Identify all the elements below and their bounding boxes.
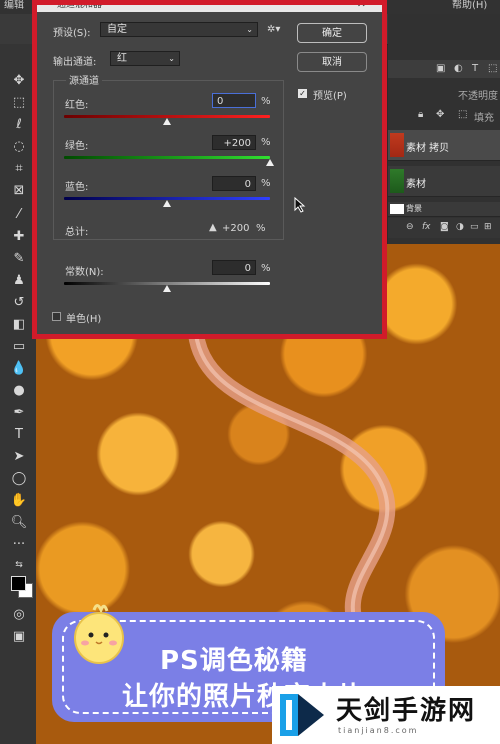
chick-mascot-icon bbox=[74, 604, 124, 664]
layer-row[interactable]: 素材 bbox=[388, 166, 500, 197]
brush-tool-icon[interactable]: ✎ bbox=[8, 250, 30, 268]
layer-name: 素材 bbox=[406, 179, 426, 190]
zoom-tool-icon[interactable]: 🔍︎ bbox=[8, 514, 30, 532]
hand-tool-icon[interactable]: ✋ bbox=[8, 492, 30, 510]
marquee-tool-icon[interactable]: ⬚ bbox=[8, 94, 30, 112]
quick-mask-icon[interactable]: ◎ bbox=[8, 606, 30, 624]
foreground-color-swatch[interactable] bbox=[11, 576, 26, 591]
link-icon[interactable]: ⊖ bbox=[406, 222, 414, 232]
quick-select-icon[interactable]: ◌ bbox=[8, 138, 30, 156]
type-filter-icon[interactable]: T bbox=[472, 63, 478, 74]
history-brush-icon[interactable]: ↺ bbox=[8, 294, 30, 312]
lasso-tool-icon[interactable]: ℓ bbox=[8, 116, 30, 134]
path-select-icon[interactable]: ➤ bbox=[8, 448, 30, 466]
watermark-name: 天剑手游网 bbox=[336, 696, 477, 726]
watermark-url: tianjian8.com bbox=[338, 726, 419, 735]
layers-footer: ⊖ fx ◙ ◑ ▭ ⊞ bbox=[388, 218, 500, 238]
lock-row: 🔒︎ ✥ ⬚ 填充 bbox=[388, 106, 500, 124]
banner-line-1: PS调色秘籍 bbox=[160, 646, 308, 676]
layer-name: 背景 bbox=[406, 204, 422, 213]
layer-filter-row: ▣ ◐ T ⬚ bbox=[388, 60, 500, 78]
swap-colors-icon[interactable]: ⇆ bbox=[8, 556, 30, 574]
folder-icon[interactable]: ▭ bbox=[470, 222, 479, 232]
eyedropper-tool-icon[interactable]: ⁄ bbox=[8, 206, 30, 224]
frame-tool-icon[interactable]: ⊠ bbox=[8, 182, 30, 200]
move-lock-icon[interactable]: ✥ bbox=[436, 109, 444, 120]
fill-label: 填充 bbox=[474, 113, 494, 124]
dodge-tool-icon[interactable]: ● bbox=[8, 382, 30, 400]
mask-icon[interactable]: ◙ bbox=[440, 222, 449, 232]
layer-thumbnail bbox=[390, 204, 404, 214]
layer-row[interactable]: 背景 bbox=[388, 202, 500, 217]
layer-row[interactable]: 素材 拷贝 bbox=[388, 130, 500, 161]
menu-edit[interactable]: 编辑 bbox=[4, 0, 24, 12]
layer-name: 素材 拷贝 bbox=[406, 143, 450, 154]
highlight-frame bbox=[32, 0, 387, 339]
crop-tool-icon[interactable]: ⌗ bbox=[8, 160, 30, 178]
shape-filter-icon[interactable]: ⬚ bbox=[488, 63, 497, 74]
menu-help[interactable]: 帮助(H) bbox=[452, 0, 487, 12]
move-tool-icon[interactable]: ✥ bbox=[8, 72, 30, 90]
clone-stamp-icon[interactable]: ♟ bbox=[8, 272, 30, 290]
screen-mode-icon[interactable]: ▣ bbox=[8, 628, 30, 646]
blur-tool-icon[interactable]: 💧 bbox=[8, 360, 30, 378]
opacity-label: 不透明度 bbox=[458, 91, 498, 102]
new-layer-icon[interactable]: ⊞ bbox=[484, 222, 492, 232]
mouse-cursor-icon bbox=[294, 197, 306, 213]
layer-thumbnail bbox=[390, 133, 404, 157]
type-tool-icon[interactable]: T bbox=[8, 426, 30, 444]
pen-tool-icon[interactable]: ✒ bbox=[8, 404, 30, 422]
opacity-row: 不透明度 bbox=[388, 84, 500, 102]
fx-icon[interactable]: fx bbox=[422, 222, 431, 232]
healing-brush-icon[interactable]: ✚ bbox=[8, 228, 30, 246]
gradient-tool-icon[interactable]: ▭ bbox=[8, 338, 30, 356]
adjustment-icon[interactable]: ◑ bbox=[456, 222, 464, 232]
layer-thumbnail bbox=[390, 169, 404, 193]
lock-icon[interactable]: 🔒︎ bbox=[418, 109, 423, 120]
more-tools-icon[interactable]: ··· bbox=[8, 536, 30, 554]
adjust-filter-icon[interactable]: ◐ bbox=[454, 63, 463, 74]
ellipse-tool-icon[interactable]: ◯ bbox=[8, 470, 30, 488]
artboard-lock-icon[interactable]: ⬚ bbox=[458, 109, 467, 120]
eraser-tool-icon[interactable]: ◧ bbox=[8, 316, 30, 334]
pixel-filter-icon[interactable]: ▣ bbox=[436, 63, 445, 74]
site-logo-icon bbox=[280, 694, 324, 736]
